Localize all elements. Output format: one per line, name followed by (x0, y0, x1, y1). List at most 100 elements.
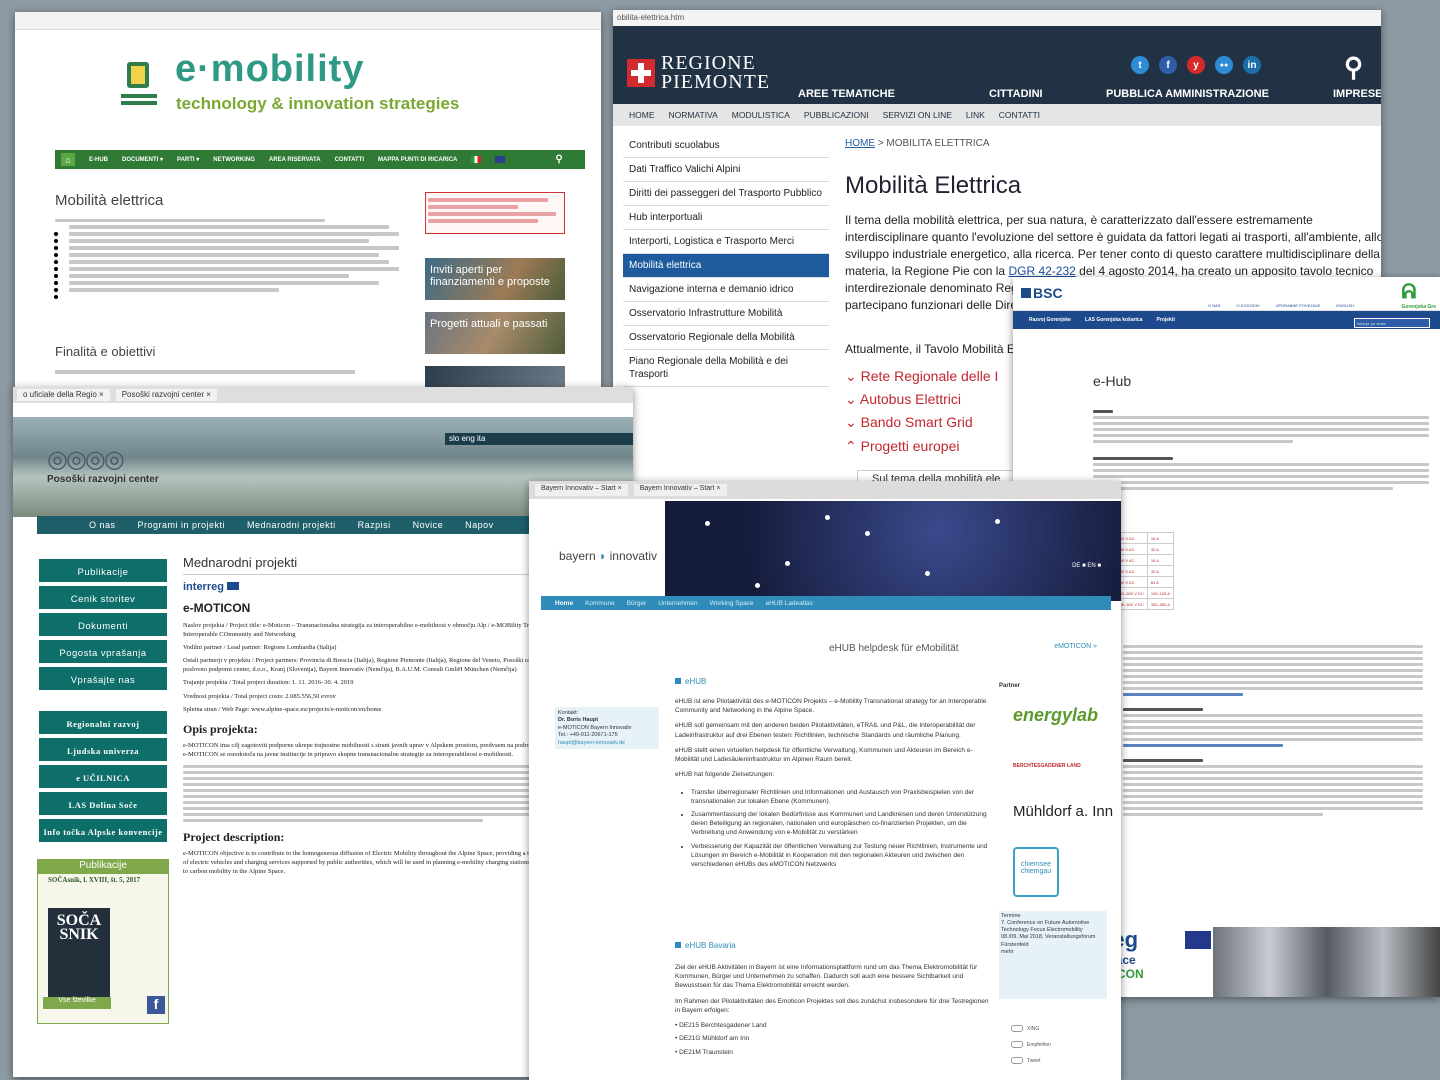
partner-logo[interactable]: energylab (1013, 705, 1098, 726)
left-nav-item[interactable]: Regionalni razvoj (37, 709, 169, 736)
banner-projects[interactable]: Progetti attuali e passati (425, 312, 565, 354)
share-xing[interactable]: XING (1011, 1025, 1039, 1032)
side-item[interactable]: Diritti dei passeggeri del Trasporto Pub… (623, 182, 829, 206)
language-switch[interactable]: DE ■ EN ■ (1072, 563, 1101, 569)
nav-aree[interactable]: AREE TEMATICHE (798, 88, 895, 100)
events-box[interactable]: Termine 7. Conference on Future Automoti… (999, 911, 1107, 999)
left-nav-item[interactable]: Ljudska univerza (37, 736, 169, 763)
flickr-icon[interactable]: ●● (1215, 56, 1233, 74)
share-facebook[interactable]: Empfehlen (1011, 1041, 1051, 1048)
subnav-item[interactable]: CONTATTI (999, 110, 1040, 120)
nav-pa[interactable]: PUBBLICA AMMINISTRAZIONE (1106, 88, 1269, 100)
browser-tab[interactable]: Posoški razvojni center × (115, 389, 217, 401)
nav-item[interactable]: DOCUMENTI ▾ (122, 156, 163, 163)
top-link[interactable]: O NAS (1208, 303, 1220, 308)
twitter-icon[interactable]: t (1131, 56, 1149, 74)
url-bar[interactable]: obilita-elettrica.htm (613, 10, 1381, 26)
linkedin-icon[interactable]: in (1243, 56, 1261, 74)
side-item[interactable]: Interporti, Logistica e Trasporto Merci (623, 230, 829, 254)
nav-imprese[interactable]: IMPRESE (1333, 88, 1381, 100)
search-icon[interactable]: ⚲ (555, 154, 562, 165)
nav-item[interactable]: Unternehmen (658, 600, 697, 607)
bsc-nav-item[interactable]: Projekti (1157, 317, 1175, 323)
nav-item[interactable]: Working Space (710, 600, 754, 607)
side-item[interactable]: Piano Regionale della Mobilità e dei Tra… (623, 350, 829, 387)
gorenjska-logo[interactable]: ᕱ Gorenjska Gre (1402, 281, 1436, 310)
browser-tab[interactable]: Bayern Innovativ – Start × (535, 484, 628, 496)
subnav-item[interactable]: PUBBLICAZIONI (804, 110, 869, 120)
bayern-innovativ-logo[interactable]: bayern ◗ innovativ (559, 549, 657, 563)
nav-item[interactable]: MAPPA PUNTI DI RICARICA (378, 157, 457, 163)
menu-item[interactable]: O nas (89, 520, 116, 530)
facebook-icon[interactable]: f (147, 996, 165, 1014)
browser-tab[interactable]: Bayern Innovativ – Start × (633, 484, 727, 496)
nav-item[interactable]: Home (555, 600, 573, 607)
search-lang-bar[interactable]: slo eng ita (445, 433, 633, 445)
left-nav-item[interactable]: Pogosta vprašanja (37, 638, 169, 665)
nav-item[interactable]: PARTI ▾ (177, 156, 199, 163)
nav-item[interactable]: Kommune (585, 600, 615, 607)
left-nav-item[interactable]: e UČILNICA (37, 763, 169, 790)
partner-logo[interactable]: BERCHTESGADENER LAND (1013, 763, 1081, 769)
nav-item[interactable]: Bürger (627, 600, 647, 607)
nav-item[interactable]: E-HUB (89, 157, 108, 163)
bsc-nav-item[interactable]: Razvoj Gorenjske (1029, 317, 1071, 323)
nav-item[interactable]: AREA RISERVATA (269, 157, 321, 163)
left-nav-item[interactable]: Publikacije (37, 557, 169, 584)
accordion-progetti[interactable]: ⌃ Progetti europei (845, 438, 959, 455)
left-nav-item[interactable]: Info točka Alpske konvencije (37, 817, 169, 844)
left-nav-item[interactable]: Vprašajte nas (37, 665, 169, 692)
menu-item[interactable]: Novice (413, 520, 444, 530)
bsc-nav-item[interactable]: LAS Gorenjska košarica (1085, 317, 1143, 323)
subnav-item[interactable]: LINK (966, 110, 985, 120)
partner-logo[interactable]: Mühldorf a. Inn (1013, 803, 1113, 820)
facebook-icon[interactable]: f (1159, 56, 1177, 74)
search-icon[interactable]: ⚲ (1344, 52, 1363, 83)
top-link[interactable]: UPORABNE POVEZAVE (1276, 303, 1321, 308)
youtube-icon[interactable]: y (1187, 56, 1205, 74)
accordion-autobus[interactable]: ⌄ Autobus Elettrici (845, 391, 961, 408)
subnav-item[interactable]: MODULISTICA (732, 110, 790, 120)
nav-item[interactable]: NETWORKING (213, 157, 255, 163)
nav-cittadini[interactable]: CITTADINI (989, 88, 1043, 100)
side-item[interactable]: Osservatorio Regionale della Mobilità (623, 326, 829, 350)
subnav-item[interactable]: SERVIZI ON LINE (883, 110, 952, 120)
breadcrumb-home[interactable]: HOME (845, 138, 875, 149)
side-item[interactable]: Osservatorio Infrastrutture Mobilità (623, 302, 829, 326)
side-item-active[interactable]: Mobilità elettrica (623, 254, 829, 278)
left-nav-item[interactable]: Cenik storitev (37, 584, 169, 611)
side-item[interactable]: Dati Traffico Valichi Alpini (623, 158, 829, 182)
partner-logo[interactable]: chiemsee chiemgau (1013, 847, 1059, 897)
contact-mail[interactable]: haupt@bayern-innovativ.de (558, 740, 656, 747)
top-link[interactable]: O DOGODKI (1236, 303, 1259, 308)
emoticon-link[interactable]: eMOTICON » (1054, 643, 1097, 650)
accordion-smart-grid[interactable]: ⌄ Bando Smart Grid (845, 414, 973, 431)
search-input[interactable]: Iskanje po strani (1354, 318, 1430, 328)
accordion-rete[interactable]: ⌄ Rete Regionale delle I (845, 368, 998, 385)
left-nav-item[interactable]: LAS Dolina Soče (37, 790, 169, 817)
side-item[interactable]: Navigazione interna e demanio idrico (623, 278, 829, 302)
subnav-item[interactable]: HOME (629, 110, 655, 120)
nav-item[interactable]: CONTATTI (335, 157, 364, 163)
uk-flag-icon[interactable] (495, 156, 506, 163)
regione-piemonte-logo[interactable]: REGIONE PIEMONTE (627, 53, 770, 92)
browser-tab[interactable]: o uficiale della Regio × (17, 389, 110, 401)
menu-item[interactable]: Mednarodni projekti (247, 520, 336, 530)
all-issues-button[interactable]: Vse številke (43, 997, 111, 1009)
menu-item[interactable]: Razpisi (358, 520, 391, 530)
top-link[interactable]: ENGLISH (1336, 303, 1354, 308)
bsc-logo[interactable]: BSC (1021, 285, 1063, 301)
home-icon[interactable]: ⌂ (61, 153, 75, 166)
left-nav-item[interactable]: Dokumenti (37, 611, 169, 638)
dgr-link[interactable]: DGR 42-232 (1008, 264, 1075, 278)
side-item[interactable]: Hub interportuali (623, 206, 829, 230)
menu-item[interactable]: Programi in projekti (138, 520, 226, 530)
prc-logo[interactable]: ◎◎◎◎ Posoški razvojni center (47, 445, 177, 485)
menu-item[interactable]: Napov (465, 520, 494, 530)
subnav-item[interactable]: NORMATIVA (669, 110, 718, 120)
banner-calls[interactable]: Inviti aperti per finanziamenti e propos… (425, 258, 565, 300)
side-item[interactable]: Contributi scuolabus (623, 134, 829, 158)
nav-item[interactable]: eHUB Ladeatlas (766, 600, 813, 607)
italy-flag-icon[interactable] (471, 156, 482, 163)
publication-cover[interactable]: SOČA SNIK (48, 908, 110, 998)
